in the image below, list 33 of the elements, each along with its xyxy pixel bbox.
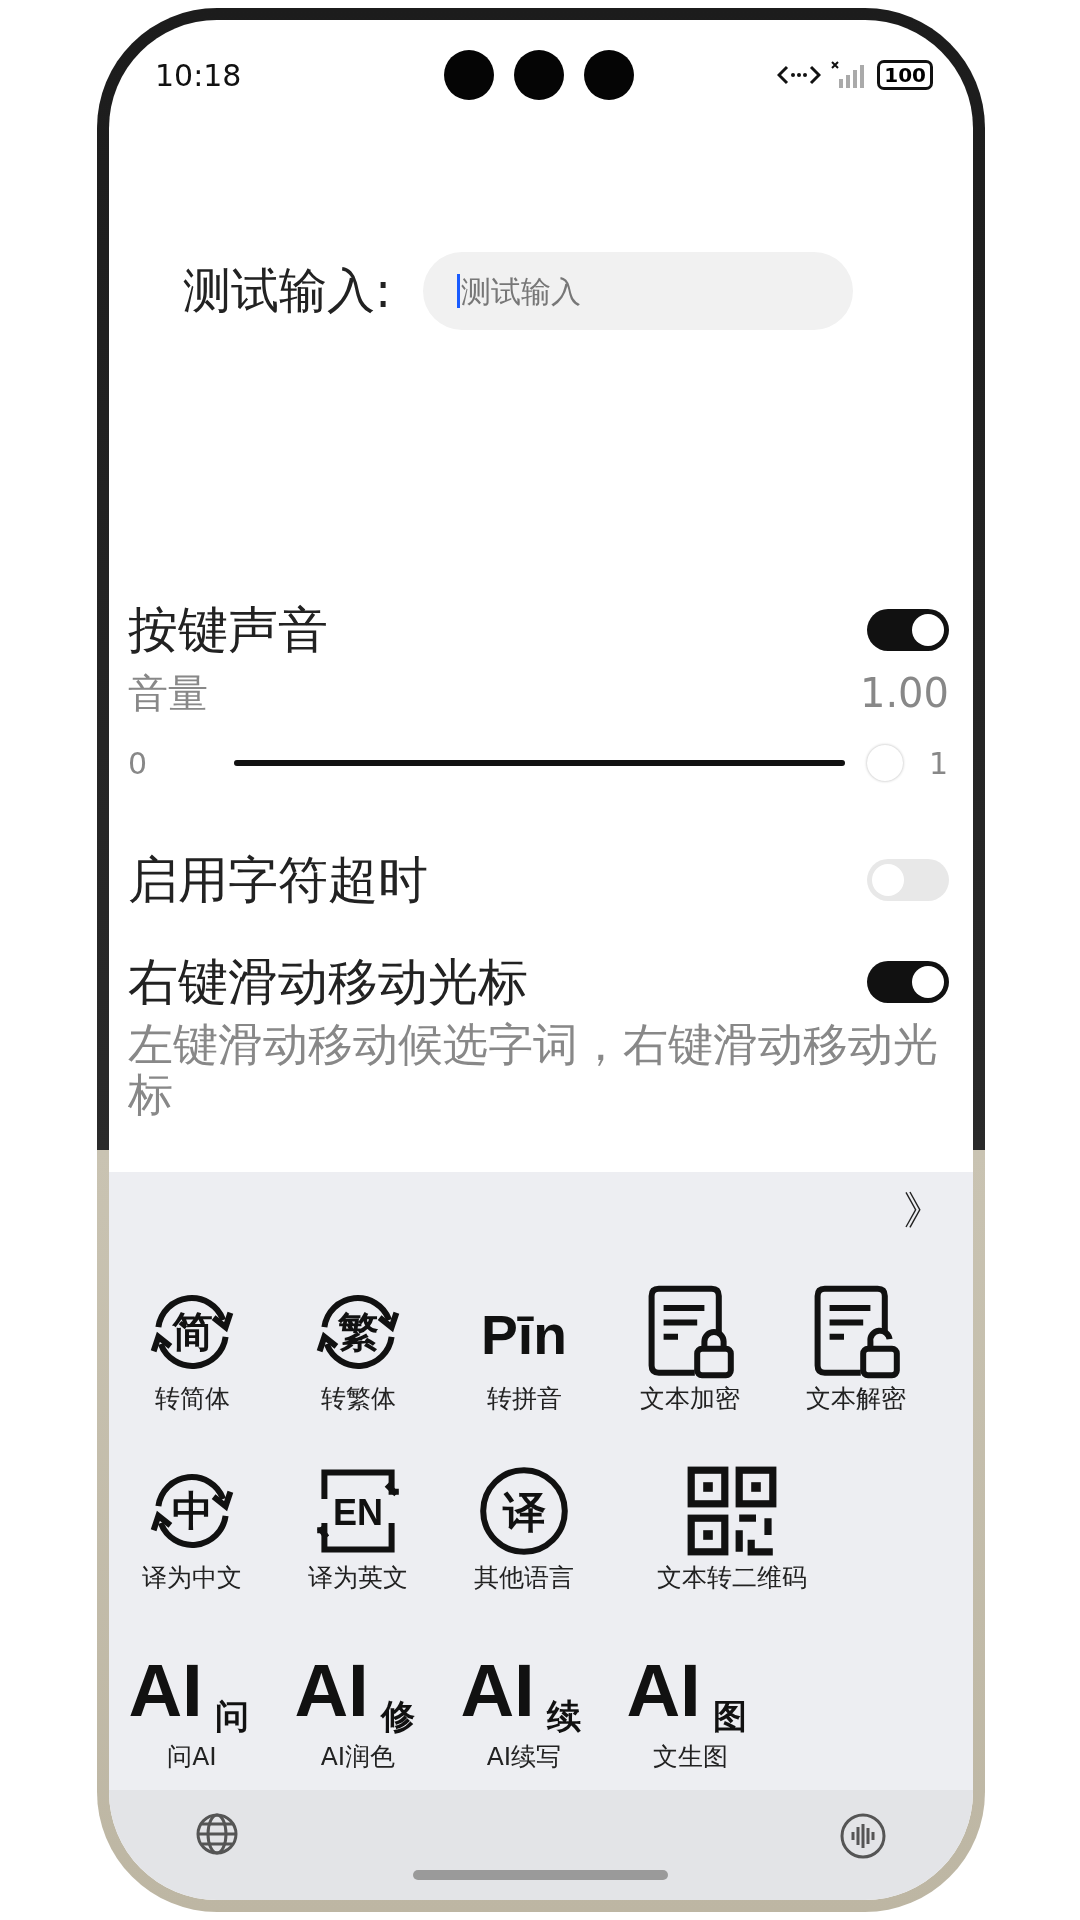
toggle-switch[interactable]: [867, 609, 949, 651]
input-field[interactable]: 测试输入: [423, 252, 854, 330]
setting-title: 按键声音: [128, 599, 328, 661]
pinyin-icon: Pīn: [464, 1284, 584, 1380]
tool-button[interactable]: 文本解密: [773, 1284, 939, 1415]
battery-icon: 100: [877, 60, 933, 90]
setting-label: 音量: [128, 668, 208, 718]
tool-button[interactable]: 简 转简体: [109, 1284, 275, 1415]
input-label: 测试输入:: [183, 261, 392, 320]
status-time: 10:18: [155, 57, 242, 93]
camera-hole: [514, 50, 565, 100]
slider-min: 0: [128, 745, 148, 781]
data-transfer-icon: [777, 63, 822, 87]
expand-button[interactable]: 》: [903, 1182, 943, 1238]
tool-button[interactable]: 文本转二维码: [607, 1463, 857, 1594]
voice-icon[interactable]: [839, 1812, 887, 1860]
tool-button[interactable]: 繁 转繁体: [275, 1284, 441, 1415]
slider-max: 1: [929, 745, 949, 781]
tool-button[interactable]: 译 其他语言: [441, 1463, 607, 1594]
camera-hole: [444, 50, 495, 100]
text-cursor: [457, 274, 461, 308]
tool-button[interactable]: 中 译为中文: [109, 1463, 275, 1594]
setting-description: 左键滑动移动候选字词，右键滑动移动光标: [128, 1020, 939, 1120]
tool-button[interactable]: EN 译为英文: [275, 1463, 441, 1594]
toggle-switch[interactable]: [867, 961, 949, 1003]
setting-title: 启用字符超时: [128, 849, 428, 911]
tool-button[interactable]: Pīn 转拼音: [441, 1284, 607, 1415]
camera-hole: [584, 50, 635, 100]
slider-reading: 1.00: [859, 670, 949, 716]
globe-icon[interactable]: [195, 1812, 239, 1856]
slider-thumb[interactable]: [867, 745, 903, 781]
tool-button[interactable]: 文本加密: [607, 1284, 773, 1415]
setting-title: 右键滑动移动光标: [128, 951, 528, 1013]
